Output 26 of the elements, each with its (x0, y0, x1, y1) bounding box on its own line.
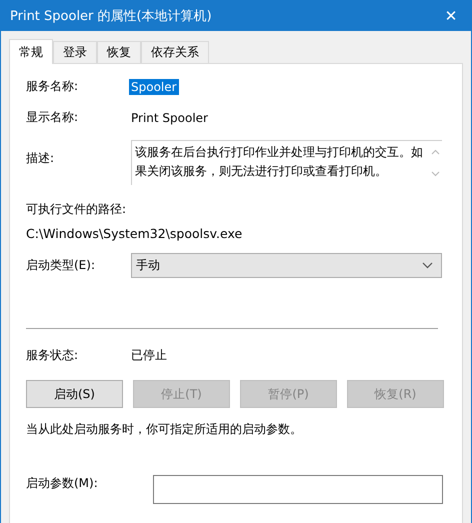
field-label: 启动参数(M): (26, 475, 99, 492)
tab[interactable]: 常规 (9, 39, 53, 64)
field-label: 可执行文件的路径: (26, 201, 128, 218)
field-label: 服务状态: (26, 347, 80, 364)
path-text: C:\Windows\System32\spoolsv.exe (26, 226, 244, 241)
start-parameters-field[interactable] (153, 475, 443, 504)
tab[interactable]: 登录 (53, 41, 97, 63)
field-label: 服务名称: (26, 78, 80, 95)
tab[interactable]: 依存关系 (141, 41, 209, 63)
status-value: 已停止 (130, 347, 168, 364)
scroll-up-icon[interactable] (431, 149, 440, 155)
window-title: Print Spooler 的属性(本地计算机) (10, 8, 212, 24)
chevron-down-icon (422, 262, 433, 269)
field-label: 描述: (26, 150, 56, 167)
service-button[interactable]: 启动(S) (26, 380, 123, 408)
display-name-value: Print Spooler (130, 110, 209, 126)
service-name-value: Spooler (129, 78, 179, 94)
description-text: 该服务在后台执行打印作业并处理与打印机的交互。如果关闭该服务，则无法进行打印或查看打印机。 (134, 144, 424, 180)
tab[interactable]: 恢复 (97, 41, 141, 63)
startup-type-dropdown[interactable]: 手动 (131, 253, 442, 278)
field-label: 显示名称: (26, 109, 80, 126)
hint-text: 当从此处启动服务时，你可指定所适用的启动参数。 (26, 421, 303, 438)
description-box[interactable]: 该服务在后台执行打印作业并处理与打印机的交互。如果关闭该服务，则无法进行打印或查看打印机。 (131, 140, 442, 185)
scroll-down-icon[interactable] (431, 171, 440, 177)
field-label: 启动类型(E): (26, 257, 96, 274)
close-button[interactable]: ✕ (431, 0, 471, 31)
